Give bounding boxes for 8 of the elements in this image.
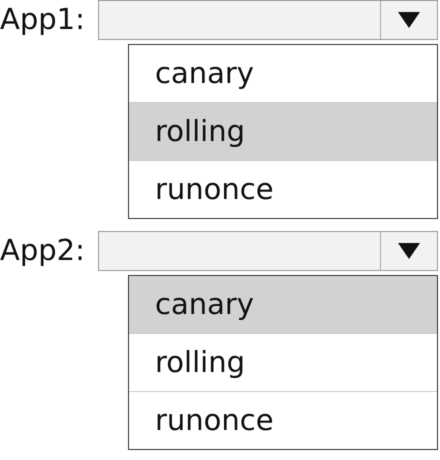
caret-icon <box>398 243 420 259</box>
dropdown-field[interactable] <box>98 0 438 40</box>
dropdown-field[interactable] <box>98 231 438 271</box>
option-item[interactable]: rolling <box>129 102 437 160</box>
caret-icon <box>398 12 420 28</box>
app-label: App1: <box>0 2 86 36</box>
option-item[interactable]: canary <box>129 276 437 333</box>
app-label: App2: <box>0 233 86 267</box>
